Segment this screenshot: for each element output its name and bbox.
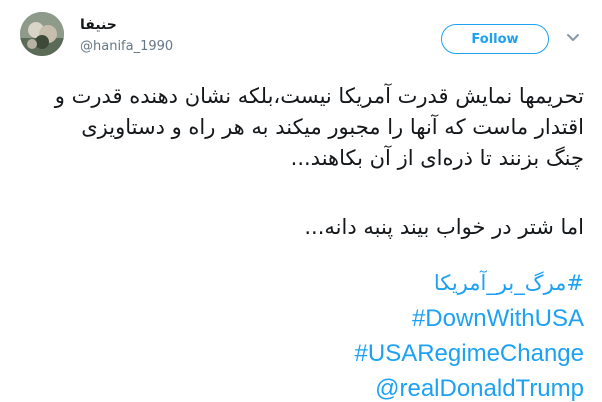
avatar[interactable]: [20, 12, 64, 56]
tweet-line: تحریمها نمایش قدرت آمریکا نیست،بلکه نشان…: [54, 84, 584, 108]
avatar-photo-icon: [20, 12, 64, 56]
hashtag-link[interactable]: #مرگ_بر_آمریکا: [18, 266, 584, 301]
tweet-line: اقتدار ماست که آنها را مجبور میکند به هر…: [81, 115, 584, 139]
hashtag-link[interactable]: #USARegimeChange: [18, 336, 584, 371]
tweet-paragraph-1: تحریمها نمایش قدرت آمریکا نیست،بلکه نشان…: [18, 81, 584, 174]
tweet-paragraph-2: اما شتر در خواب بیند پنبه دانه...: [304, 215, 584, 239]
follow-button[interactable]: Follow: [441, 24, 549, 54]
hashtag-list: #مرگ_بر_آمریکا #DownWithUSA #USARegimeCh…: [18, 266, 584, 402]
author-handle[interactable]: @hanifa_1990: [80, 39, 173, 54]
tweet-line: چنگ بزنند تا ذره‌ای از آن بکاهند...: [290, 146, 584, 170]
tweet-card: حنيفا @hanifa_1990 Follow تحریمها نمایش …: [0, 0, 602, 402]
mention-link[interactable]: @realDonaldTrump: [18, 371, 584, 402]
chevron-down-icon[interactable]: [566, 33, 580, 43]
author-display-name[interactable]: حنيفا: [80, 17, 117, 33]
hashtag-link[interactable]: #DownWithUSA: [18, 301, 584, 336]
